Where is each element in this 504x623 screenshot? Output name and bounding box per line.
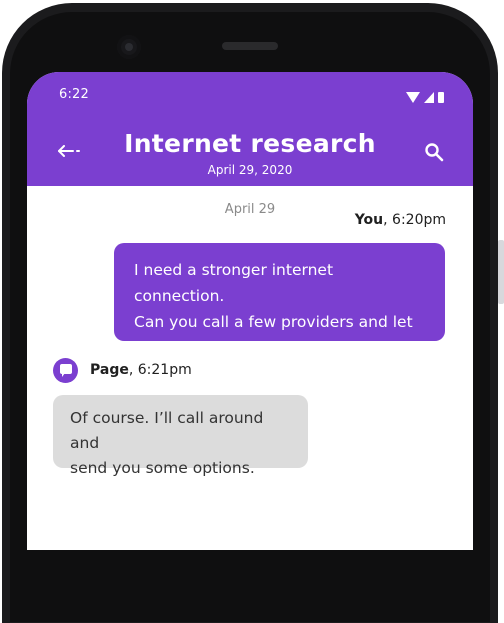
incoming-message-bubble[interactable]: Of course. I’ll call around and send you… bbox=[53, 395, 308, 477]
conversation-title: Internet research bbox=[124, 129, 376, 158]
message-sender-you: You, 6:20pm bbox=[354, 212, 446, 228]
message-line: I need a stronger internet connection. bbox=[134, 261, 334, 305]
phone-screen: 6:22 Internet research April 29, 2020 Ap… bbox=[27, 72, 473, 550]
message-time: 6:20pm bbox=[392, 212, 446, 228]
message-line: Can you call a few providers and let me bbox=[134, 313, 413, 357]
page-avatar bbox=[53, 358, 78, 383]
message-time: 6:21pm bbox=[137, 362, 192, 378]
wifi-icon bbox=[406, 92, 420, 103]
search-icon[interactable] bbox=[424, 142, 444, 162]
conversation-subtitle: April 29, 2020 bbox=[207, 163, 293, 177]
message-sender-page: Page, 6:21pm bbox=[90, 362, 192, 378]
earpiece-speaker bbox=[222, 42, 278, 50]
status-time: 6:22 bbox=[59, 87, 89, 102]
side-button bbox=[498, 240, 504, 304]
app-bar: 6:22 Internet research April 29, 2020 bbox=[27, 72, 473, 186]
battery-icon bbox=[438, 92, 444, 103]
message-line: send you some options. bbox=[70, 459, 255, 477]
message-line: Of course. I’ll call around and bbox=[70, 409, 264, 452]
front-camera bbox=[117, 35, 141, 59]
sender-name: You bbox=[354, 212, 384, 228]
outgoing-message-bubble[interactable]: I need a stronger internet connection. C… bbox=[114, 243, 445, 383]
signal-icon bbox=[424, 92, 434, 103]
status-icons bbox=[406, 92, 444, 103]
phone-frame: 6:22 Internet research April 29, 2020 Ap… bbox=[0, 0, 504, 623]
sender-name: Page bbox=[90, 362, 129, 378]
